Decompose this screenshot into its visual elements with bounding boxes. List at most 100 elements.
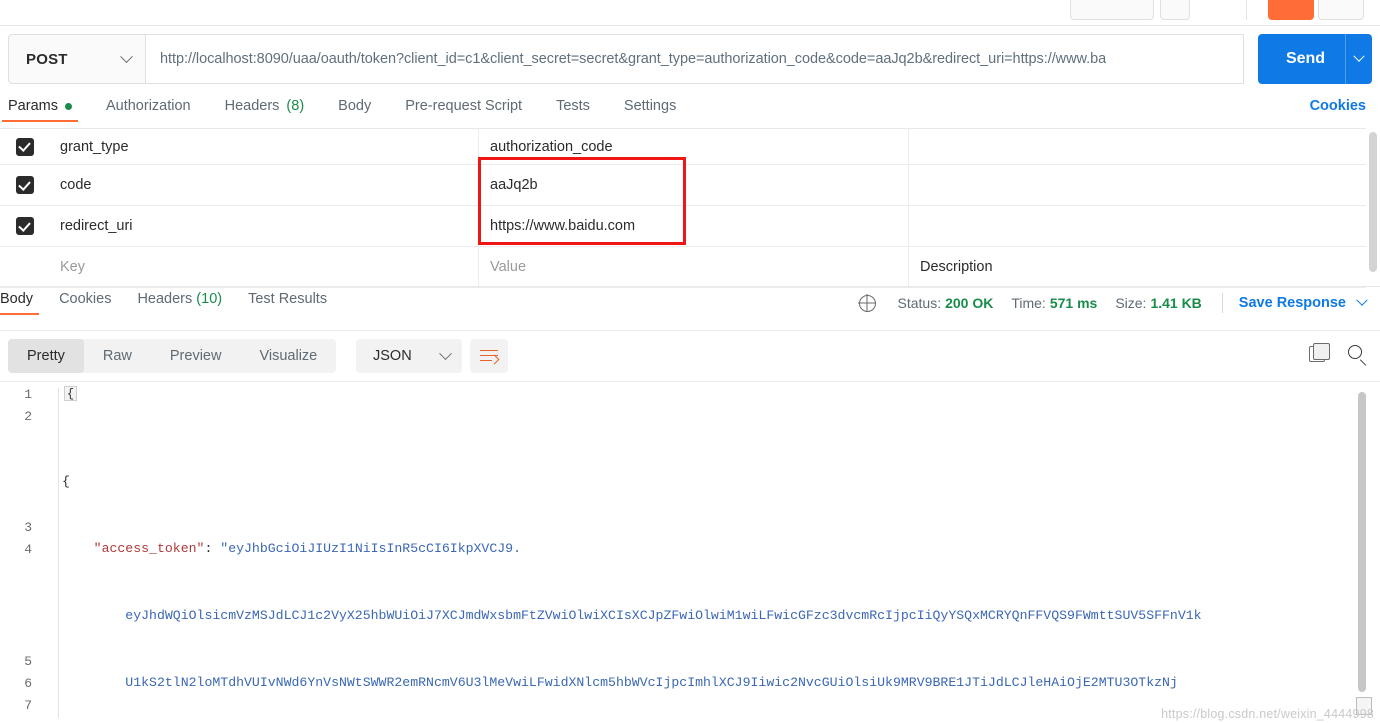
tab-params[interactable]: Params	[2, 98, 78, 122]
chevron-down-icon	[1356, 294, 1368, 306]
tab-params-label: Params	[8, 98, 58, 114]
gutter-divider	[58, 388, 59, 718]
row-checkbox[interactable]	[0, 137, 49, 156]
send-button-label: Send	[1285, 50, 1326, 67]
response-tabs: Body Cookies Headers (10) Test Results	[0, 291, 353, 315]
response-status-line: Status: 200 OK Time: 571 ms Size: 1.41 K…	[858, 293, 1368, 313]
language-select[interactable]: JSON	[356, 339, 462, 373]
response-tab-test-results[interactable]: Test Results	[248, 291, 327, 315]
response-scrollbar[interactable]	[1358, 392, 1366, 692]
search-icon[interactable]	[1348, 345, 1362, 359]
row-checkbox[interactable]	[0, 176, 49, 194]
param-description[interactable]	[909, 129, 1366, 164]
chevron-down-icon	[120, 49, 133, 63]
param-value[interactable]: https://www.baidu.com	[479, 206, 909, 246]
tab-settings[interactable]: Settings	[624, 98, 676, 122]
language-label: JSON	[373, 348, 412, 364]
tab-headers[interactable]: Headers (8)	[225, 98, 305, 122]
request-url-row: POST http://localhost:8090/uaa/oauth/tok…	[8, 34, 1372, 84]
send-button[interactable]: Send	[1258, 34, 1372, 84]
checkbox-checked-icon	[15, 217, 34, 235]
line-number: 6	[24, 676, 32, 691]
response-format-bar: Pretty Raw Preview Visualize JSON	[0, 330, 1380, 380]
response-tab-cookies-label: Cookies	[59, 291, 112, 307]
http-method-select[interactable]: POST	[8, 34, 145, 84]
status-label: Status:	[897, 295, 942, 311]
table-row[interactable]: redirect_uri https://www.baidu.com	[0, 206, 1366, 247]
copy-icon[interactable]	[1309, 343, 1330, 362]
table-row[interactable]: grant_type authorization_code	[0, 129, 1366, 165]
tab-tests[interactable]: Tests	[556, 98, 590, 122]
code-line: {	[62, 474, 70, 490]
param-key[interactable]: code	[49, 165, 479, 205]
tab-authorization[interactable]: Authorization	[106, 98, 191, 122]
table-row[interactable]: code aaJq2b	[0, 165, 1366, 206]
tab-body[interactable]: Body	[338, 98, 371, 122]
cookies-link[interactable]: Cookies	[1310, 98, 1366, 114]
param-key[interactable]: redirect_uri	[49, 206, 479, 246]
top-toolbar-sliver	[0, 0, 1380, 26]
param-key[interactable]: grant_type	[49, 129, 479, 164]
watermark-text: https://blog.csdn.net/weixin_4444998	[1161, 707, 1374, 721]
response-tab-headers-label: Headers	[137, 291, 193, 307]
param-key-placeholder[interactable]: Key	[49, 247, 479, 287]
save-response-label: Save Response	[1238, 295, 1346, 311]
time-value: 571 ms	[1049, 295, 1098, 311]
send-options-button[interactable]	[1346, 50, 1372, 63]
status-badge: 200 OK	[945, 295, 994, 311]
tab-headers-label: Headers	[224, 98, 280, 114]
response-bar: Body Cookies Headers (10) Test Results S…	[0, 286, 1380, 324]
wrap-lines-button[interactable]	[470, 339, 508, 373]
tab-body-label: Body	[338, 98, 372, 114]
toolbar-button-1[interactable]	[1070, 0, 1154, 20]
http-method-label: POST	[26, 50, 68, 68]
save-button[interactable]	[1268, 0, 1314, 20]
param-description-placeholder[interactable]: Description	[909, 247, 1366, 287]
view-pretty[interactable]: Pretty	[8, 339, 84, 373]
line-number-gutter: 1 2 3 4 5 6 7	[0, 382, 60, 723]
response-tab-cookies[interactable]: Cookies	[59, 291, 111, 315]
response-tab-headers[interactable]: Headers (10)	[137, 291, 222, 315]
more-actions-button[interactable]	[1318, 0, 1364, 20]
chevron-down-icon	[1353, 50, 1365, 62]
json-code[interactable]: { "access_token": "eyJhbGciOiJIUzI1NiIsI…	[62, 382, 1352, 723]
param-value[interactable]: aaJq2b	[479, 165, 909, 205]
param-description[interactable]	[909, 165, 1366, 205]
line-number: 5	[24, 654, 32, 669]
row-checkbox[interactable]	[0, 217, 49, 235]
response-tab-body[interactable]: Body	[0, 291, 40, 315]
tab-pre-request-script[interactable]: Pre-request Script	[405, 98, 522, 122]
status-divider	[1221, 293, 1223, 313]
toolbar-divider	[1246, 0, 1247, 20]
response-tab-headers-count: (10)	[196, 291, 223, 307]
code-fold-marker[interactable]: {	[64, 386, 77, 401]
tab-settings-label: Settings	[623, 98, 677, 114]
size-label: Size:	[1115, 295, 1147, 311]
line-number: 7	[24, 698, 32, 713]
tab-tests-label: Tests	[556, 98, 590, 114]
param-value[interactable]: authorization_code	[479, 129, 909, 164]
save-response-button[interactable]: Save Response	[1238, 294, 1368, 311]
view-preview[interactable]: Preview	[151, 339, 241, 373]
tab-pre-request-script-label: Pre-request Script	[405, 98, 523, 114]
line-number: 4	[24, 542, 32, 557]
view-visualize[interactable]: Visualize	[240, 339, 336, 373]
param-value-placeholder[interactable]: Value	[479, 247, 909, 287]
response-tab-test-results-label: Test Results	[248, 291, 328, 307]
param-description[interactable]	[909, 206, 1366, 246]
size-value: 1.41 KB	[1150, 295, 1202, 311]
line-number: 3	[24, 520, 32, 535]
code-line: "access_token": "eyJhbGciOiJIUzI1NiIsInR…	[93, 541, 522, 557]
wrap-text-icon	[480, 349, 498, 363]
toolbar-button-2[interactable]	[1160, 0, 1190, 20]
table-row-empty[interactable]: Key Value Description	[0, 247, 1366, 288]
params-table: grant_type authorization_code code aaJq2…	[0, 128, 1366, 288]
time-label: Time:	[1011, 295, 1046, 311]
params-scrollbar[interactable]	[1369, 132, 1377, 272]
view-raw[interactable]: Raw	[84, 339, 151, 373]
url-input[interactable]: http://localhost:8090/uaa/oauth/token?cl…	[145, 34, 1244, 84]
code-line: U1kS2tlN2loMTdhVUIvNWd6YnVsNWtSWWR2emRNc…	[62, 674, 1178, 690]
response-body-json[interactable]: 1 2 3 4 5 6 7 { "access_token": "eyJhbGc…	[0, 381, 1380, 723]
code-line: eyJhdWQiOlsicmVzMSJdLCJ1c2VyX25hbWUiOiJ7…	[62, 607, 1202, 623]
tab-headers-count: (8)	[286, 98, 305, 114]
